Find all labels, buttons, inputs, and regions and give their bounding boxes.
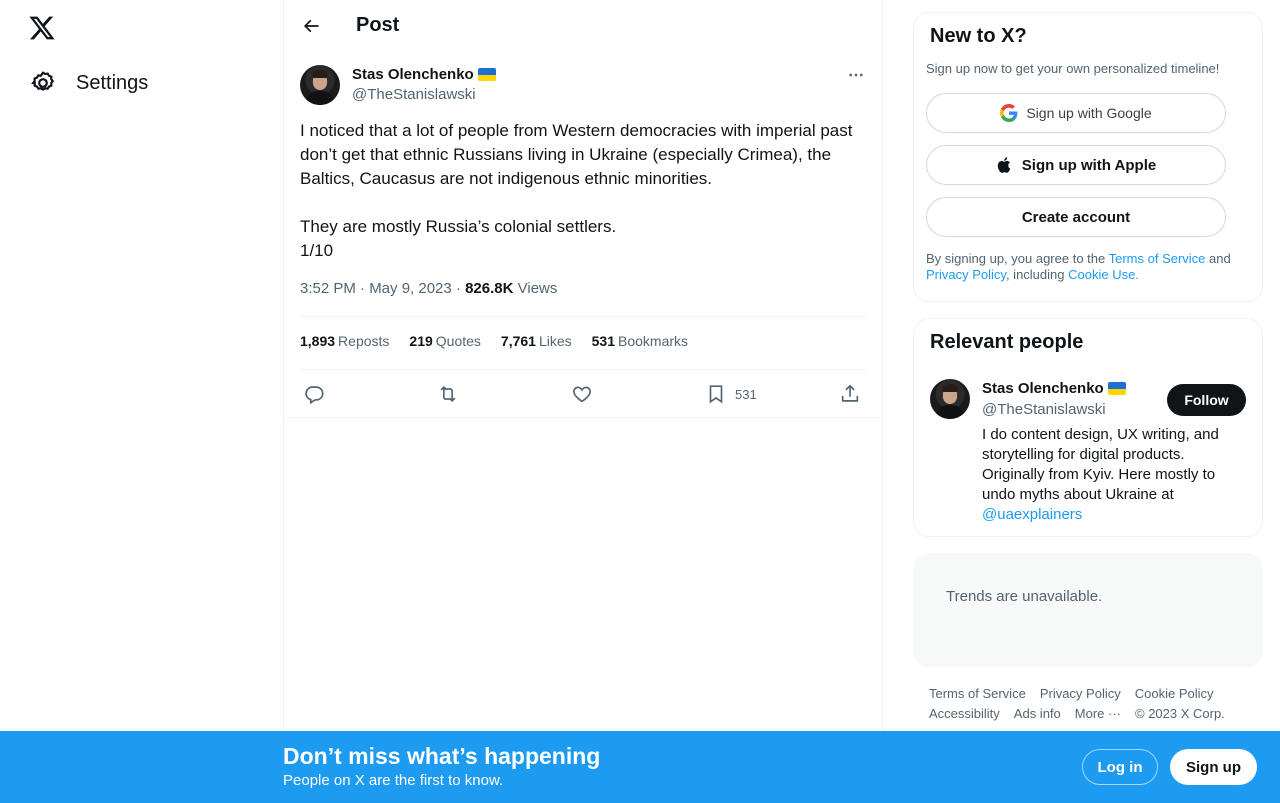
bookmark-icon [709,385,723,404]
repost-icon [440,385,456,403]
author-name[interactable]: Stas Olenchenko [352,66,496,83]
terms-link[interactable]: Terms of Service [1109,251,1206,266]
relevant-people-title: Relevant people [930,331,1084,353]
trends-unavailable-text: Trends are unavailable. [946,588,1103,605]
signup-title: New to X? [930,25,1027,47]
avatar[interactable] [930,379,970,419]
post-actions: 531 [300,380,866,408]
person-handle[interactable]: @TheStanislawski [982,401,1106,418]
divider [300,369,866,370]
left-nav: Settings [0,0,284,803]
legal-text: , including [1005,267,1069,282]
divider [300,316,866,317]
x-logo-icon[interactable] [28,14,56,42]
create-account-button[interactable]: Create account [926,197,1226,237]
more-options-button[interactable] [846,65,866,85]
reply-icon [305,386,324,405]
arrow-left-icon [303,19,319,33]
meta-separator: · [451,280,466,297]
more-horizontal-icon [849,73,863,77]
footer-links: Terms of Service Privacy Policy Cookie Pol… [929,684,1249,724]
nav-item-label: Settings [76,71,149,94]
views-count: 826.8K [465,280,514,297]
signup-card: New to X? Sign up now to get your own pe… [913,12,1263,302]
signup-legal: By signing up, you agree to the Terms of… [926,251,1256,283]
footer-link[interactable]: Cookie Policy [1135,684,1214,704]
post-header: Post [284,0,882,53]
main-column: Post Stas Olenchenko @TheStanislawski I … [284,0,883,803]
banner-title: Don’t miss what’s happening [283,743,601,769]
nav-item-settings[interactable]: Settings [18,62,160,104]
share-icon [841,384,859,402]
divider [284,417,882,418]
privacy-link[interactable]: Privacy Policy [926,267,1006,282]
post-meta: 3:52 PM · May 9, 2023 · 826.8K Views [300,280,557,297]
signup-subtitle: Sign up now to get your own personalized… [926,61,1220,76]
legal-text: By signing up, you agree to the [926,251,1109,266]
bookmark-button[interactable]: 531 [705,380,757,408]
person-bio: I do content design, UX writing, and sto… [982,425,1242,525]
post-author: Stas Olenchenko @TheStanislawski [300,65,866,107]
likes-label: Likes [538,333,572,349]
reposts-stat[interactable]: 1,893 Reposts [300,333,389,353]
post-text: I noticed that a lot of people from West… [300,121,853,260]
post-stats: 1,893 Reposts 219 Quotes 7,761 Likes 531 Boo… [300,333,708,353]
signup-apple-button[interactable]: Sign up with Apple [926,145,1226,185]
quotes-count: 219 [409,333,433,349]
heart-icon [573,386,591,403]
footer-link[interactable]: Accessibility [929,704,1000,724]
login-button[interactable]: Log in [1082,749,1158,785]
trends-card: Trends are unavailable. [913,553,1263,667]
author-handle[interactable]: @TheStanislawski [352,86,476,103]
signup-google-button[interactable]: Sign up with Google [926,93,1226,133]
follow-button[interactable]: Follow [1167,384,1246,416]
like-button[interactable] [571,380,593,408]
quotes-label: Quotes [435,333,481,349]
legal-text: and [1205,251,1231,266]
signup-apple-label: Sign up with Apple [1021,156,1157,174]
signup-button[interactable]: Sign up [1170,749,1257,785]
ukraine-flag-icon [477,68,496,81]
bookmark-count: 531 [735,386,757,402]
footer-more-link[interactable]: More ··· [1075,704,1121,724]
reposts-count: 1,893 [300,333,336,349]
bottom-banner: Don’t miss what’s happening People on X … [0,731,1280,803]
person-name-text: Stas Olenchenko [982,380,1104,397]
bio-text: I do content design, UX writing, and sto… [982,426,1219,503]
gear-icon [30,70,56,96]
reposts-label: Reposts [338,333,390,349]
create-account-label: Create account [1021,208,1131,226]
banner-subtitle: People on X are the first to know. [283,772,504,789]
likes-count: 7,761 [500,333,536,349]
footer-copyright: © 2023 X Corp. [1135,706,1225,721]
cookie-link[interactable]: Cookie Use. [1068,267,1139,282]
google-icon [1000,104,1018,122]
page-title: Post [356,14,400,36]
post-timestamp[interactable]: 3:52 PM · May 9, 2023 [300,280,452,297]
author-name-text: Stas Olenchenko [352,66,474,83]
repost-button[interactable] [437,380,459,408]
reply-button[interactable] [303,380,325,408]
relevant-people-card: Relevant people Stas Olenchenko @TheStan… [913,318,1263,537]
footer-link[interactable]: Terms of Service [929,684,1026,704]
bookmarks-stat[interactable]: 531 Bookmarks [592,333,688,353]
ukraine-flag-icon [1107,382,1126,395]
person-name[interactable]: Stas Olenchenko [982,380,1126,397]
quotes-stat[interactable]: 219 Quotes [409,333,481,353]
back-button[interactable] [294,9,328,43]
bio-mention-link[interactable]: @uaexplainers [982,506,1082,523]
share-button[interactable] [839,380,861,408]
signup-google-label: Sign up with Google [1026,105,1152,121]
footer-link[interactable]: Ads info [1014,704,1061,724]
footer-link[interactable]: Privacy Policy [1040,684,1121,704]
apple-icon [996,156,1014,174]
likes-stat[interactable]: 7,761 Likes [501,333,572,353]
views-label: Views [517,280,558,297]
bookmarks-label: Bookmarks [618,333,689,349]
avatar[interactable] [300,65,340,105]
bookmarks-count: 531 [591,333,615,349]
